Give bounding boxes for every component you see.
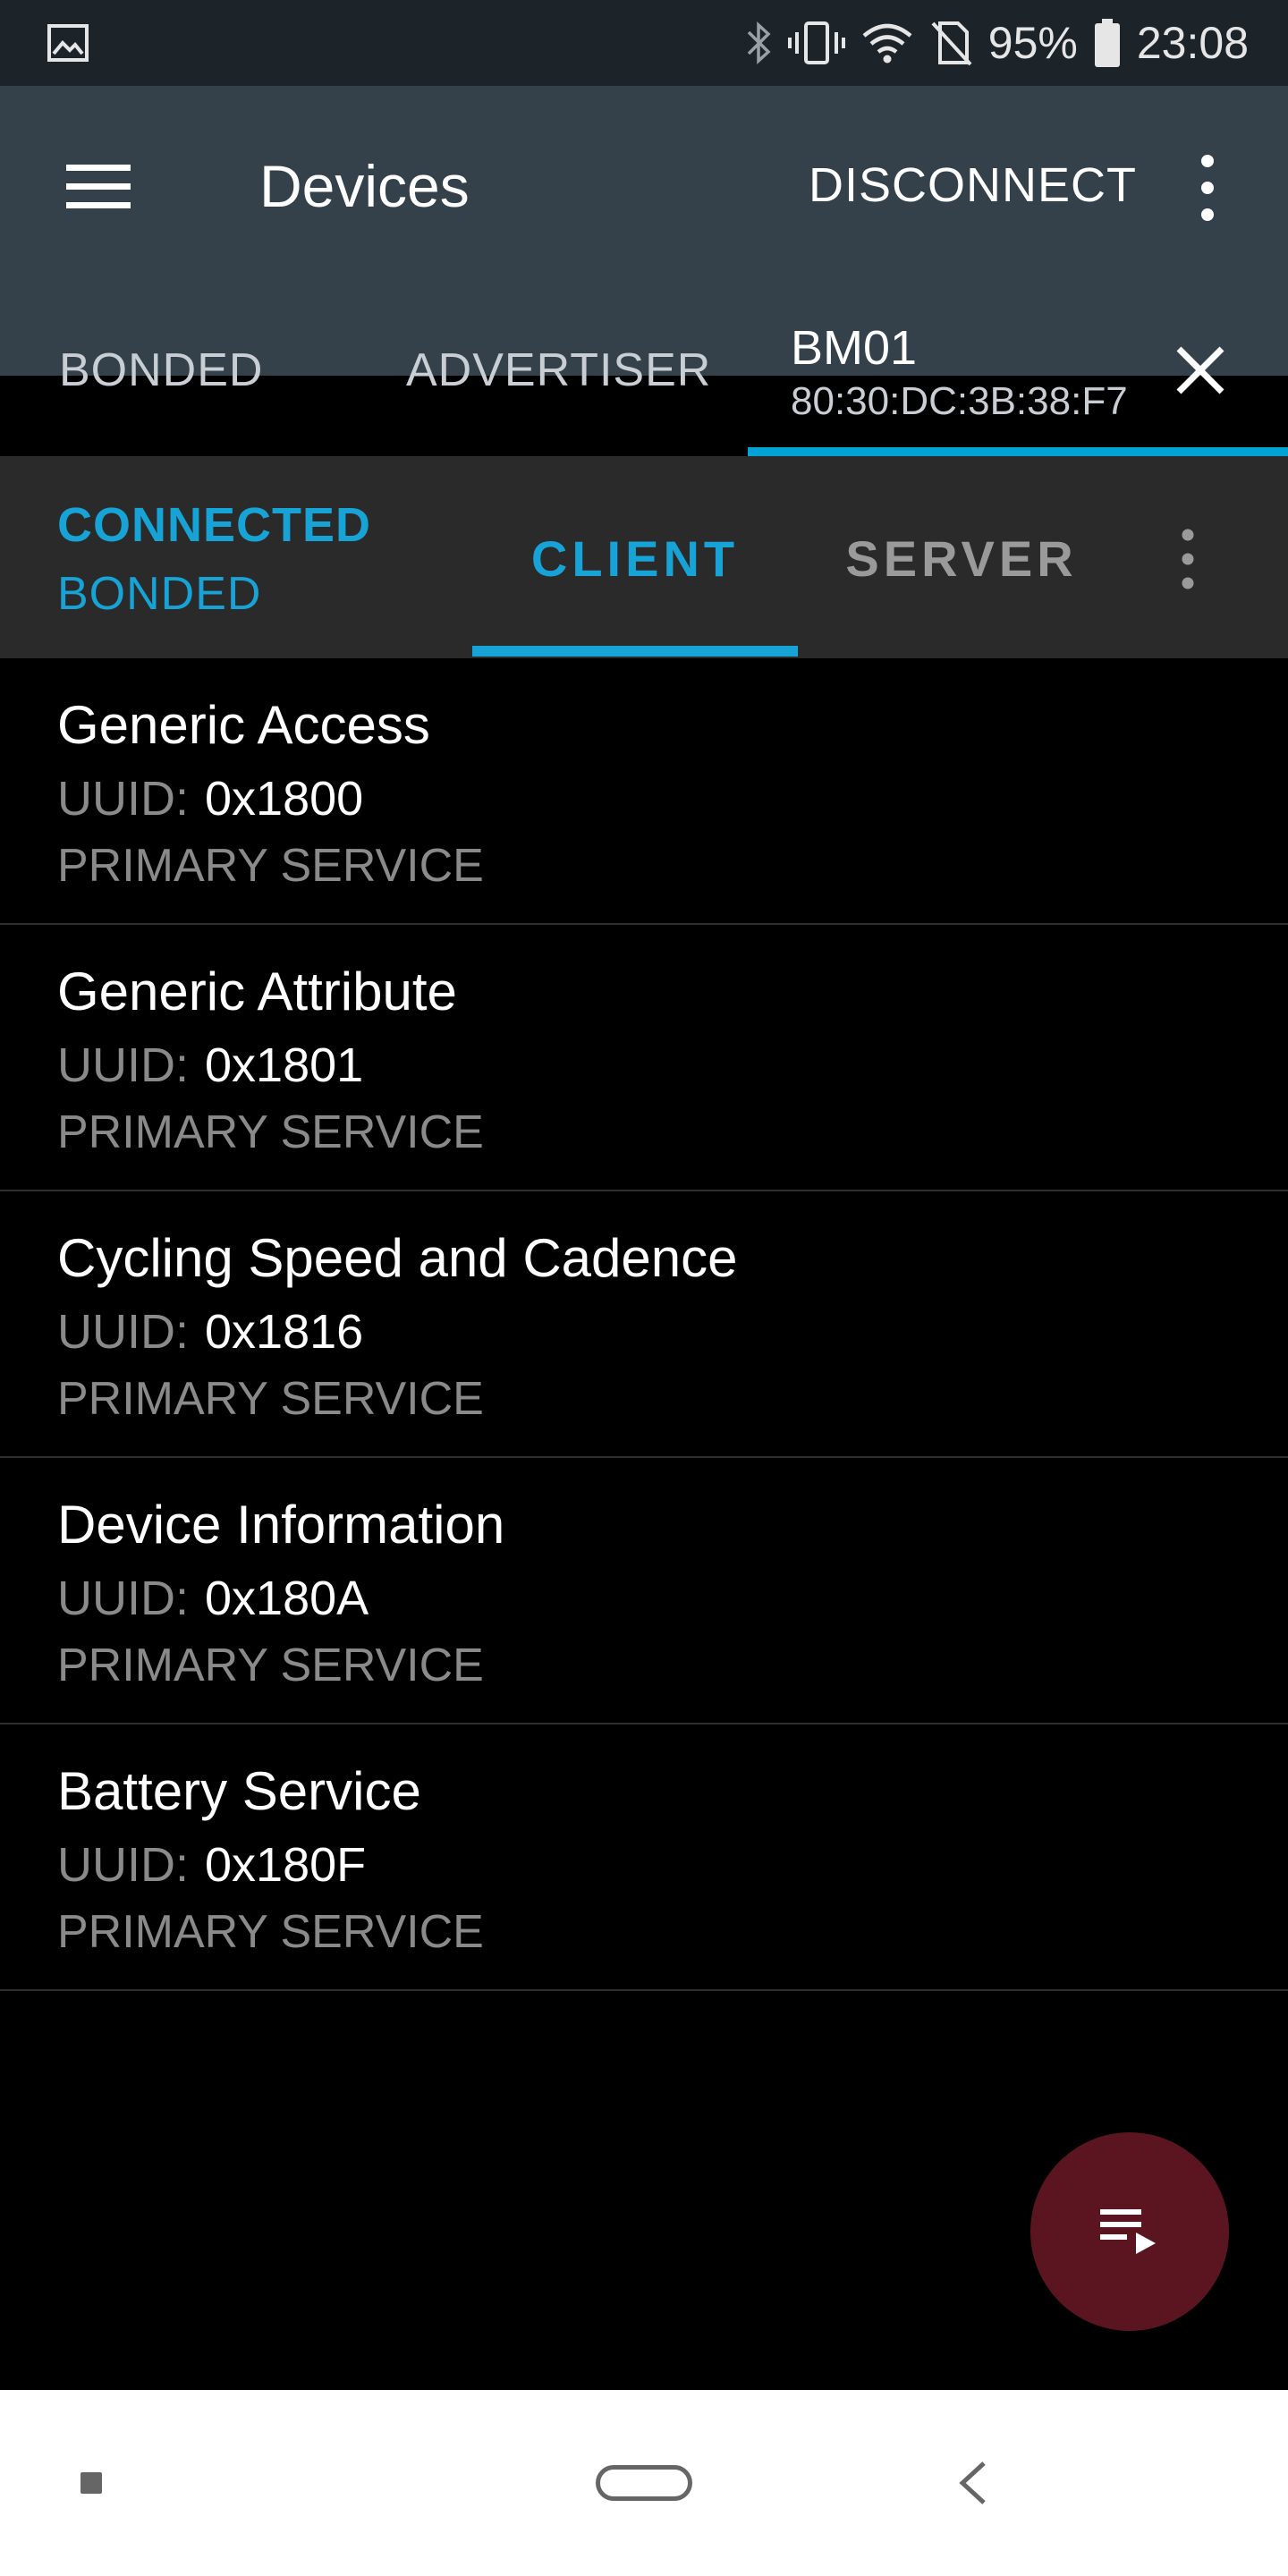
back-icon[interactable]	[953, 2458, 993, 2508]
tab-bonded[interactable]: BONDED	[59, 343, 263, 397]
service-item[interactable]: Generic Attribute UUID: 0x1801 PRIMARY SE…	[0, 925, 1288, 1191]
client-tab-indicator	[472, 646, 798, 657]
service-type: PRIMARY SERVICE	[57, 1640, 484, 1691]
uuid-value: 0x1816	[205, 1305, 364, 1359]
wifi-icon	[862, 23, 912, 64]
service-type: PRIMARY SERVICE	[57, 1106, 484, 1158]
uuid-label: UUID:	[57, 1038, 189, 1092]
service-name: Device Information	[57, 1495, 505, 1555]
uuid-label: UUID:	[57, 772, 189, 826]
bluetooth-icon	[747, 21, 771, 64]
service-uuid: UUID: 0x1816	[57, 1304, 363, 1360]
uuid-value: 0x180F	[205, 1838, 367, 1892]
tab-device[interactable]: BM01 80:30:DC:3B:38:F7	[791, 320, 1128, 424]
device-address: 80:30:DC:3B:38:F7	[791, 379, 1128, 423]
tab-advertiser[interactable]: ADVERTISER	[406, 343, 711, 397]
uuid-value: 0x1801	[205, 1038, 364, 1092]
tab-client[interactable]: CLIENT	[472, 530, 798, 588]
service-item[interactable]: Cycling Speed and Cadence UUID: 0x1816 PR…	[0, 1191, 1288, 1458]
more-options-icon[interactable]	[1190, 152, 1225, 224]
service-type: PRIMARY SERVICE	[57, 840, 484, 892]
gallery-icon	[47, 24, 89, 62]
service-type: PRIMARY SERVICE	[57, 1373, 484, 1425]
device-name: BM01	[791, 321, 918, 375]
vibrate-icon	[787, 21, 845, 64]
uuid-value: 0x1800	[205, 772, 364, 826]
service-name: Generic Attribute	[57, 962, 457, 1021]
connection-state: CONNECTED	[57, 498, 372, 552]
disconnect-button[interactable]: DISCONNECT	[809, 157, 1137, 213]
service-type: PRIMARY SERVICE	[57, 1906, 484, 1958]
tab-server[interactable]: SERVER	[823, 530, 1100, 588]
menu-icon[interactable]	[63, 159, 134, 215]
service-name: Generic Access	[57, 695, 430, 755]
home-button[interactable]	[596, 2465, 692, 2501]
service-item[interactable]: Battery Service UUID: 0x180F PRIMARY SERV…	[0, 1724, 1288, 1991]
service-name: Cycling Speed and Cadence	[57, 1228, 738, 1288]
service-list: Generic Access UUID: 0x1800 PRIMARY SERVI…	[0, 658, 1288, 1991]
playlist-play-icon	[1100, 2209, 1156, 2254]
bond-state: BONDED	[57, 568, 262, 620]
service-item[interactable]: Generic Access UUID: 0x1800 PRIMARY SERVI…	[0, 658, 1288, 925]
clock: 23:08	[1136, 18, 1249, 68]
page-title: Devices	[259, 153, 470, 219]
service-uuid: UUID: 0x180A	[57, 1571, 369, 1626]
uuid-label: UUID:	[57, 1838, 189, 1892]
service-item[interactable]: Device Information UUID: 0x180A PRIMARY S…	[0, 1458, 1288, 1724]
uuid-value: 0x180A	[205, 1572, 369, 1625]
log-fab-button[interactable]	[1030, 2132, 1229, 2331]
screen: 95% 23:08 Devices DISCONNECT BONDED ADVE…	[0, 0, 1288, 2576]
battery-icon	[1094, 19, 1120, 67]
service-uuid: UUID: 0x1800	[57, 771, 363, 826]
close-icon[interactable]	[1172, 342, 1229, 399]
battery-percent: 95%	[987, 18, 1078, 68]
uuid-label: UUID:	[57, 1572, 189, 1625]
status-bar: 95% 23:08	[0, 0, 1288, 86]
service-uuid: UUID: 0x1801	[57, 1038, 363, 1093]
service-name: Battery Service	[57, 1761, 421, 1821]
recent-apps-button[interactable]	[80, 2472, 102, 2494]
uuid-label: UUID:	[57, 1305, 189, 1359]
device-tab-indicator	[748, 447, 1288, 456]
service-uuid: UUID: 0x180F	[57, 1837, 366, 1893]
sub-more-options-icon[interactable]	[1172, 528, 1204, 590]
no-sim-icon	[931, 21, 972, 66]
